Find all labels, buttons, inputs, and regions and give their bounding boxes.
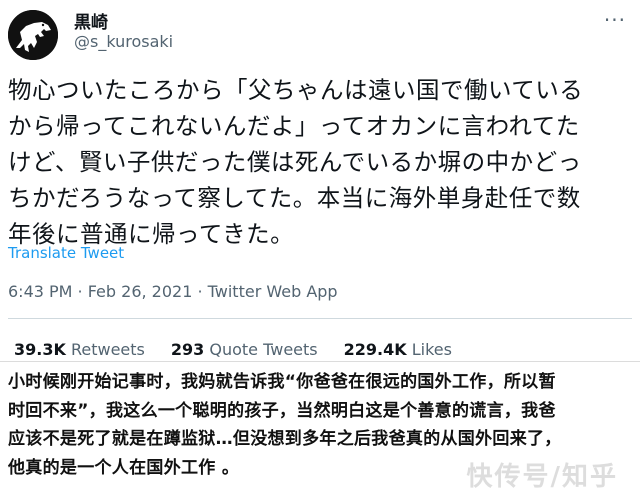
quotes-count: 293 bbox=[170, 340, 205, 359]
caption-line: 小时候刚开始记事时，我妈就告诉我“你爸爸在很远的国外工作，所以暂 bbox=[8, 372, 556, 392]
ellipsis-icon[interactable]: ··· bbox=[604, 8, 626, 32]
quote-tweets-stat[interactable]: 293 Quote Tweets bbox=[171, 340, 318, 359]
caption-line: 时回不来”，我这么一个聪明的孩子，当然明白这是个善意的谎言，我爸 bbox=[8, 400, 556, 421]
retweets-stat[interactable]: 39.3K Retweets bbox=[14, 340, 145, 359]
tweet-text-line: ちかだろうなって察してた。本当に海外単身赴任で数 bbox=[8, 184, 581, 212]
avatar[interactable] bbox=[8, 10, 58, 60]
tweet-card: 黒崎 @s_kurosaki ··· 物心ついたころから「父ちゃんは遠い国で働い… bbox=[0, 0, 640, 362]
watermark: 快传号/知乎 bbox=[466, 462, 618, 492]
engagement-stats: 39.3K Retweets 293 Quote Tweets 229.4K L… bbox=[14, 340, 452, 359]
dinosaur-silhouette-icon bbox=[8, 10, 58, 60]
likes-count: 229.4K bbox=[343, 340, 407, 359]
retweets-label: Retweets bbox=[70, 340, 145, 359]
tweet-text-line: 物心ついたころから「父ちゃんは遠い国で働いている bbox=[8, 76, 584, 104]
likes-stat[interactable]: 229.4K Likes bbox=[344, 340, 452, 359]
tweet-text-line: から帰ってこれないんだよ」ってオカンに言われてた bbox=[8, 112, 580, 140]
tweet-timestamp[interactable]: 6:43 PM · Feb 26, 2021 · Twitter Web App bbox=[8, 282, 338, 301]
likes-label: Likes bbox=[411, 340, 452, 359]
translate-tweet-link[interactable]: Translate Tweet bbox=[8, 244, 124, 262]
divider bbox=[8, 318, 632, 319]
tweet-text: 物心ついたころから「父ちゃんは遠い国で働いている から帰ってこれないんだよ」って… bbox=[8, 72, 628, 252]
section-divider bbox=[0, 361, 640, 362]
caption-line: 应该不是死了就是在蹲监狱…但没想到多年之后我爸真的从国外回来了， bbox=[8, 429, 562, 449]
display-name[interactable]: 黒崎 bbox=[74, 8, 108, 33]
user-handle[interactable]: @s_kurosaki bbox=[74, 32, 173, 51]
retweets-count: 39.3K bbox=[14, 340, 66, 359]
tweet-text-line: けど、賢い子供だった僕は死んでいるか塀の中かどっ bbox=[8, 148, 582, 176]
quotes-label: Quote Tweets bbox=[209, 340, 318, 359]
